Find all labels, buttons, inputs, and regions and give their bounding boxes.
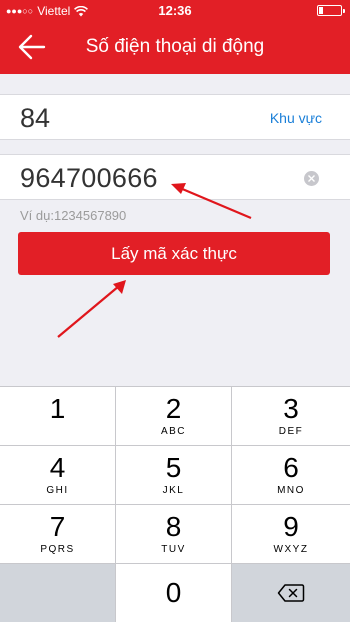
arrow-to-button [57, 280, 126, 338]
key-0[interactable]: 0 [116, 564, 232, 622]
numeric-keypad: 1 2 ABC 3 DEF 4 GHI 5 JKL 6 MNO 7 PQRS 8… [0, 386, 350, 622]
backspace-icon [277, 584, 305, 602]
country-code-row: 84 Khu vực [0, 94, 350, 140]
close-icon [308, 175, 315, 182]
key-1[interactable]: 1 [0, 387, 116, 446]
key-2[interactable]: 2 ABC [116, 387, 232, 446]
key-4[interactable]: 4 GHI [0, 446, 116, 505]
country-code[interactable]: 84 [20, 103, 50, 134]
key-3[interactable]: 3 DEF [232, 387, 350, 446]
get-code-button[interactable]: Lấy mã xác thực [18, 232, 330, 275]
key-blank [0, 564, 116, 622]
delete-key[interactable] [232, 564, 350, 622]
example-hint: Ví dụ:1234567890 [20, 208, 127, 223]
key-9[interactable]: 9 WXYZ [232, 505, 350, 564]
page-title: Số điện thoại di động [85, 36, 265, 57]
key-7[interactable]: 7 PQRS [0, 505, 116, 564]
phone-input[interactable] [20, 161, 290, 195]
key-8[interactable]: 8 TUV [116, 505, 232, 564]
status-bar: ●●●○○ Viettel 12:36 [0, 0, 350, 22]
battery-icon [317, 5, 345, 16]
phone-row [0, 154, 350, 200]
status-time: 12:36 [158, 3, 192, 18]
nav-bar: Số điện thoại di động [0, 22, 350, 74]
region-link[interactable]: Khu vực [270, 110, 322, 126]
key-6[interactable]: 6 MNO [232, 446, 350, 505]
key-5[interactable]: 5 JKL [116, 446, 232, 505]
clear-button[interactable] [304, 171, 319, 186]
